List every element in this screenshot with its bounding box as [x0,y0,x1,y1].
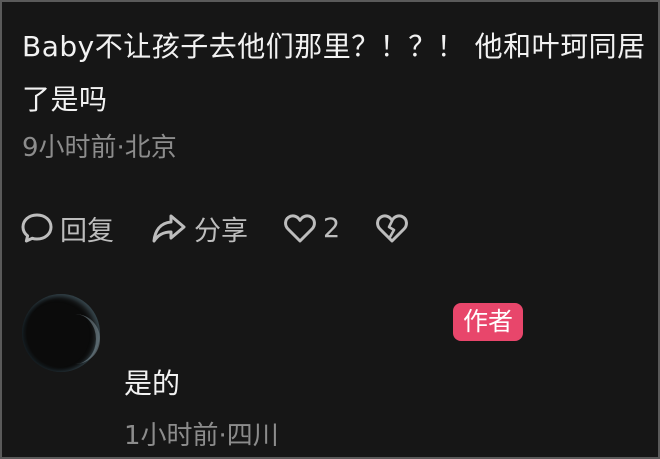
share-label: 分享 [194,215,248,247]
reply-button[interactable]: 回复 [20,209,150,248]
heart-outline-icon [283,212,317,244]
reply-meta: 1小时前·四川 [124,421,279,451]
share-button[interactable]: 分享 [150,209,283,248]
like-button[interactable]: 2 [283,212,375,244]
broken-heart-icon [375,212,409,244]
reply-label: 回复 [60,215,114,247]
reply-text: 是的 [124,367,181,400]
dislike-button[interactable] [375,212,409,244]
comment-text: Baby不让孩子去他们那里？！？！ 他和叶珂同居了是吗 [22,30,646,116]
comment-thread: Baby不让孩子去他们那里？！？！ 他和叶珂同居了是吗 9小时前·北京 回复 分… [0,0,660,459]
author-badge: 作者 [453,303,524,341]
like-count: 2 [323,212,341,244]
comment-bubble-icon [20,211,54,245]
comment-meta: 9小时前·北京 [22,133,177,163]
share-arrow-icon [150,211,188,245]
comment-actions: 回复 分享 2 [20,206,409,250]
